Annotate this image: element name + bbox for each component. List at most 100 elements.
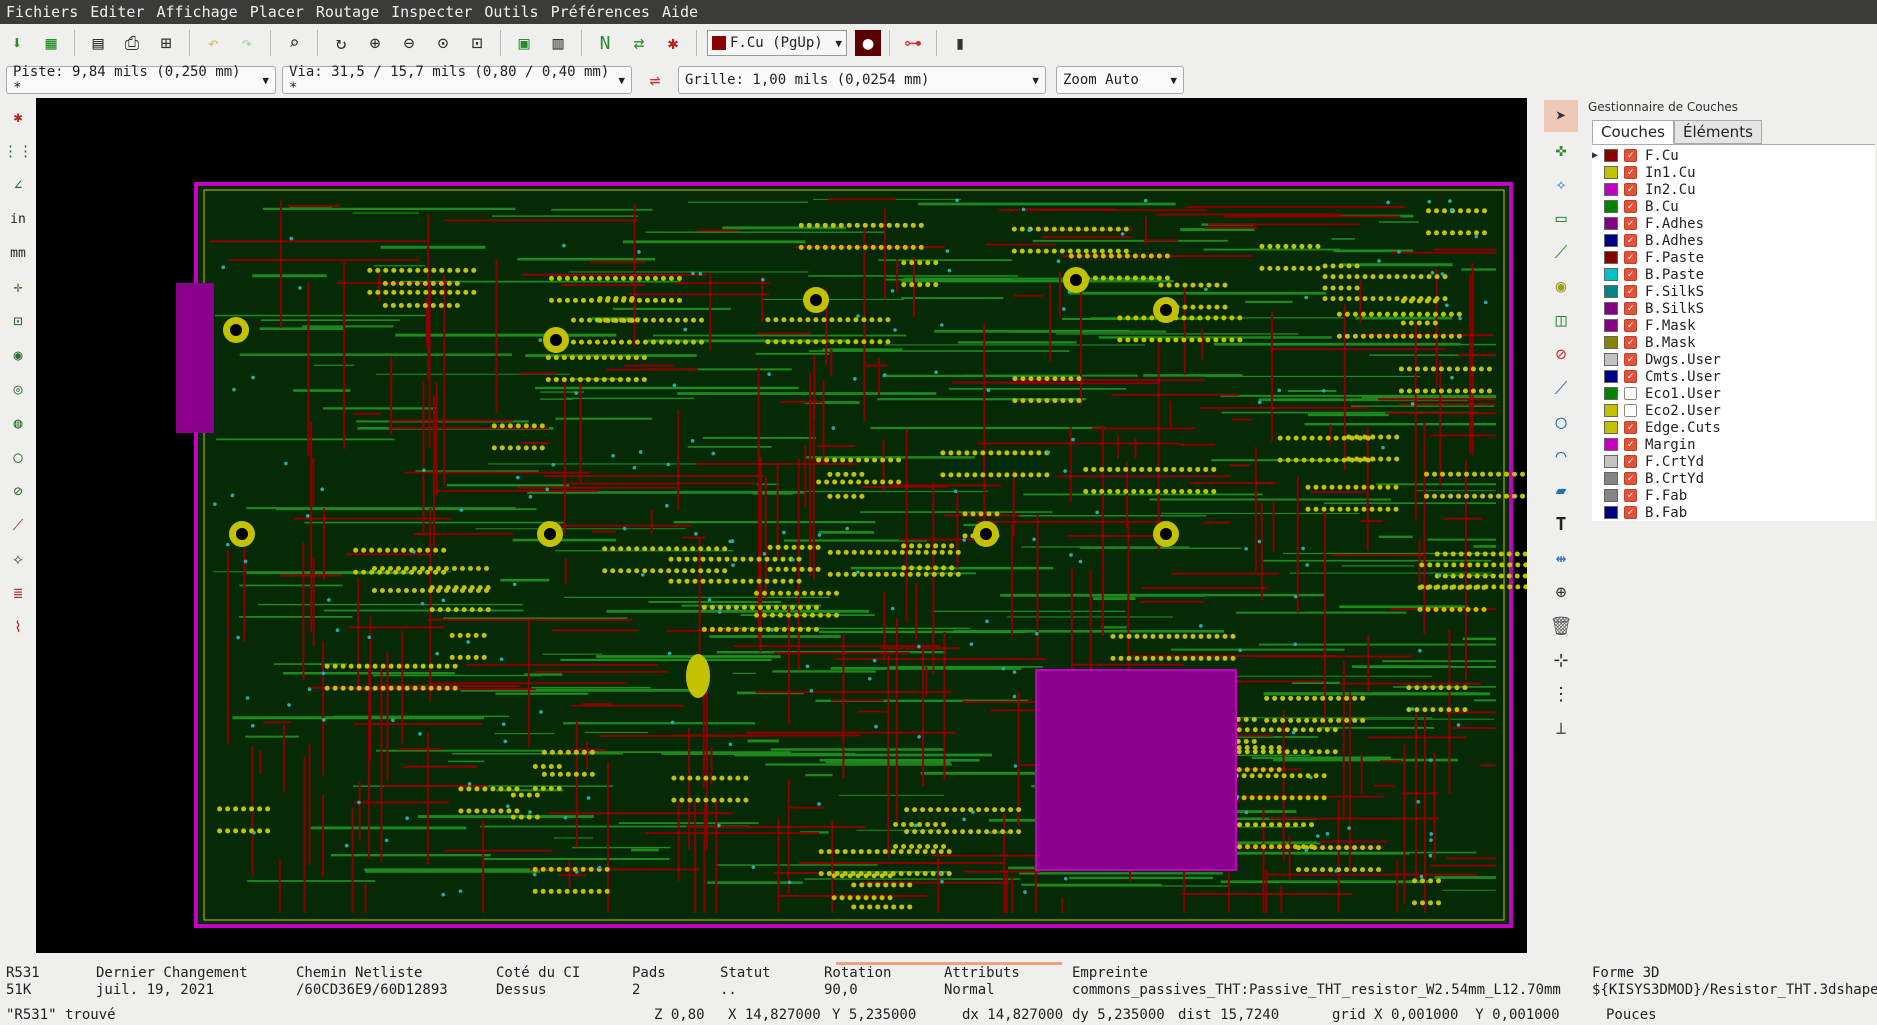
layer-color-swatch[interactable] [1604,506,1618,519]
layer-visibility-checkbox[interactable]: ✓ [1624,489,1637,502]
layer-color-swatch[interactable] [1604,421,1618,434]
layer-row[interactable]: ✓ B.Fab [1592,504,1875,521]
layer-color-swatch[interactable] [1604,217,1618,230]
layer-color-swatch[interactable] [1604,319,1618,332]
layer-row[interactable]: Eco1.User [1592,385,1875,402]
layer-visibility-checkbox[interactable]: ✓ [1624,302,1637,315]
layer-color-swatch[interactable] [1604,336,1618,349]
layer-row[interactable]: ✓ F.CrtYd [1592,453,1875,470]
zoom-in-icon[interactable]: ⊕ [360,28,390,58]
layer-color-swatch[interactable] [1604,183,1618,196]
layer-color-swatch[interactable] [1604,268,1618,281]
layer-visibility-checkbox[interactable]: ✓ [1624,183,1637,196]
drc-icon[interactable]: ✱ [658,28,688,58]
layer-visibility-checkbox[interactable]: ✓ [1624,353,1637,366]
zone-outline-icon[interactable]: ◎ [3,374,33,404]
delete-tool-icon[interactable]: 🗑 [1544,610,1578,642]
tab-layers[interactable]: Couches [1592,120,1674,144]
measure-tool-icon[interactable]: ⟂ [1544,712,1578,744]
layer-selector[interactable]: F.Cu (PgUp) ▼ [707,30,847,56]
layer-row[interactable]: ✓ B.SilkS [1592,300,1875,317]
layer-row[interactable]: ✓ Cmts.User [1592,368,1875,385]
layer-color-swatch[interactable] [1604,404,1618,417]
layers-manager-icon[interactable]: ≣ [3,578,33,608]
via-sketch-icon[interactable]: ⊘ [3,476,33,506]
layer-pair-icon[interactable]: ● [855,30,881,56]
layer-row[interactable]: ✓ Margin [1592,436,1875,453]
add-polygon-icon[interactable]: ▰ [1544,474,1578,506]
drill-origin-icon[interactable]: ⊹ [1544,644,1578,676]
menu-item[interactable]: Routage [310,3,385,21]
add-target-icon[interactable]: ⊕ [1544,576,1578,608]
layer-color-swatch[interactable] [1604,455,1618,468]
footprint-viewer-icon[interactable]: ▥ [543,28,573,58]
track-sketch-icon[interactable]: ⟋ [3,510,33,540]
layer-visibility-checkbox[interactable]: ✓ [1624,200,1637,213]
zoom-out-icon[interactable]: ⊖ [394,28,424,58]
scripting-console-icon[interactable]: ▮ [945,28,975,58]
layer-visibility-checkbox[interactable] [1624,387,1637,400]
save-icon[interactable]: ⬇ [2,28,32,58]
layer-color-swatch[interactable] [1604,251,1618,264]
grid-toggle-icon[interactable]: ⋮⋮ [3,136,33,166]
layer-row[interactable]: ✓ F.Mask [1592,317,1875,334]
layer-visibility-checkbox[interactable]: ✓ [1624,251,1637,264]
add-arc-icon[interactable]: ◠ [1544,440,1578,472]
layer-visibility-checkbox[interactable]: ✓ [1624,166,1637,179]
layer-visibility-checkbox[interactable]: ✓ [1624,506,1637,519]
zone-fill-icon[interactable]: ◉ [3,340,33,370]
layer-row[interactable]: ✓ B.Paste [1592,266,1875,283]
page-setup-icon[interactable]: ▤ [83,28,113,58]
refresh-icon[interactable]: ↻ [326,28,356,58]
layer-row[interactable]: ✓ In2.Cu [1592,181,1875,198]
layer-visibility-checkbox[interactable]: ✓ [1624,421,1637,434]
add-dimension-icon[interactable]: ⇹ [1544,542,1578,574]
layer-visibility-checkbox[interactable]: ✓ [1624,234,1637,247]
layer-color-swatch[interactable] [1604,285,1618,298]
layer-color-swatch[interactable] [1604,149,1618,162]
add-zone-icon[interactable]: ◫ [1544,304,1578,336]
microwave-icon[interactable]: ⌇ [3,612,33,642]
pcb-board-view[interactable] [36,98,1527,953]
grid-select[interactable]: Grille: 1,00 mils (0,0254 mm) ▼ [678,66,1046,94]
layer-row[interactable]: ✓ F.Adhes [1592,215,1875,232]
layer-visibility-checkbox[interactable]: ✓ [1624,455,1637,468]
layer-visibility-checkbox[interactable]: ✓ [1624,472,1637,485]
layer-row[interactable]: ✓ F.Paste [1592,249,1875,266]
layer-visibility-checkbox[interactable]: ✓ [1624,217,1637,230]
layer-row[interactable]: ✓ B.Mask [1592,334,1875,351]
layer-row[interactable]: ✓ Dwgs.User [1592,351,1875,368]
print-icon[interactable]: ⎙ [117,28,147,58]
menu-item[interactable]: Aide [656,3,704,21]
menu-item[interactable]: Préférences [545,3,656,21]
track-width-select[interactable]: Piste: 9,84 mils (0,250 mm) * ▼ [6,64,276,96]
menu-item[interactable]: Inspecter [385,3,478,21]
layer-color-swatch[interactable] [1604,438,1618,451]
high-contrast-icon[interactable]: ⟡ [3,544,33,574]
menu-item[interactable]: Placer [244,3,310,21]
layer-visibility-checkbox[interactable]: ✓ [1624,268,1637,281]
zone-sketch-icon[interactable]: ◍ [3,408,33,438]
highlight-net-icon[interactable]: ✜ [1544,134,1578,166]
layer-row[interactable]: ✓ B.Adhes [1592,232,1875,249]
footprint-editor-icon[interactable]: ▣ [509,28,539,58]
select-tool-icon[interactable]: ➤ [1544,100,1578,132]
tab-items[interactable]: Éléments [1673,120,1762,144]
layer-row[interactable]: Eco2.User [1592,402,1875,419]
layer-color-swatch[interactable] [1604,234,1618,247]
layer-row[interactable]: ✓ B.Cu [1592,198,1875,215]
plot-icon[interactable]: ⊞ [151,28,181,58]
via-size-select[interactable]: Via: 31,5 / 15,7 mils (0,80 / 0,40 mm) *… [282,64,632,96]
layer-row[interactable]: ✓ F.Fab [1592,487,1875,504]
layer-row[interactable]: ✓ In1.Cu [1592,164,1875,181]
undo-icon[interactable]: ↶ [198,28,228,58]
route-track-icon[interactable]: ⟋ [1544,236,1578,268]
layer-row[interactable]: ✓ Edge.Cuts [1592,419,1875,436]
layer-row[interactable]: ▶ ✓ F.Cu [1592,147,1875,164]
menu-item[interactable]: Affichage [150,3,243,21]
menu-item[interactable]: Editer [84,3,150,21]
layer-visibility-checkbox[interactable] [1624,404,1637,417]
layer-visibility-checkbox[interactable]: ✓ [1624,438,1637,451]
layer-color-swatch[interactable] [1604,472,1618,485]
local-ratsnest-icon[interactable]: ✧ [1544,168,1578,200]
